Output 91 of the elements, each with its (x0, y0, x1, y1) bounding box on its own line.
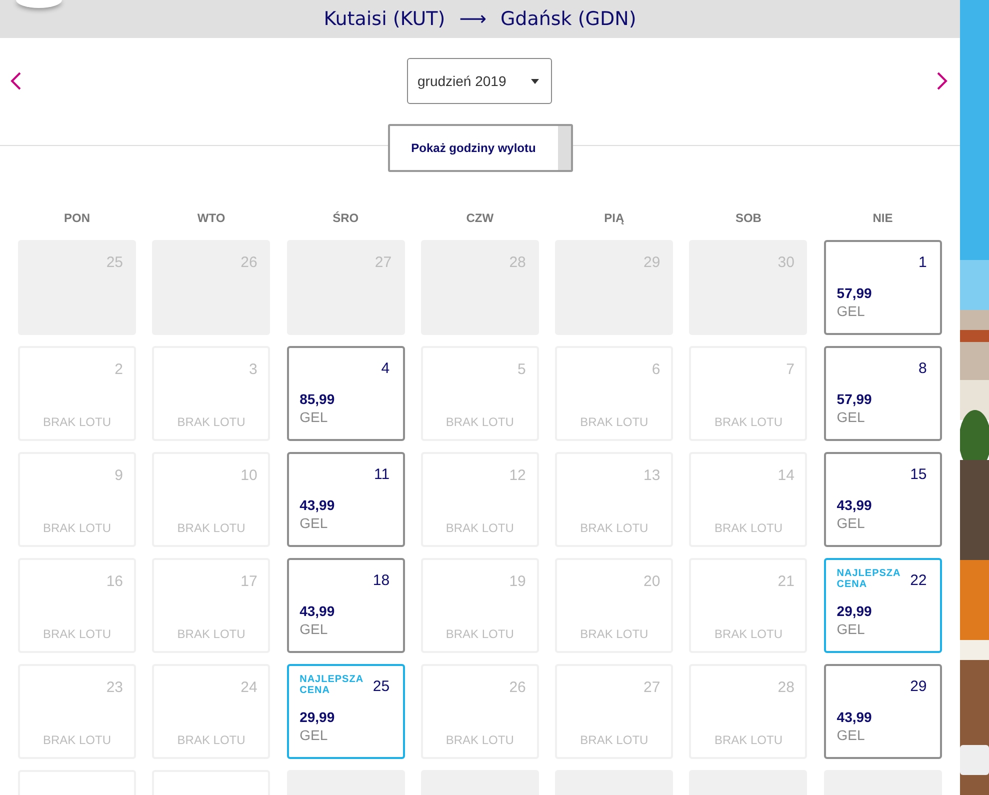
day-number: 8 (918, 359, 927, 379)
day-number: 9 (114, 466, 123, 486)
day-number: 7 (786, 360, 794, 380)
no-flight-note: BRAK LOTU (176, 626, 246, 643)
no-flight-note: BRAK LOTU (444, 414, 515, 431)
day-number: 10 (240, 466, 258, 486)
currency: GEL (300, 408, 328, 427)
currency: GEL (836, 514, 865, 533)
caret-icon (530, 78, 538, 84)
day-number: 3 (248, 360, 258, 380)
no-flight-note: BRAK LOTU (713, 732, 784, 749)
no-flight-note: BRAK LOTU (713, 414, 784, 431)
no-flight-note: BRAK LOTU (176, 414, 246, 431)
day-number: 2 (114, 360, 123, 380)
origin-city: Kutaisi (KUT) (324, 6, 446, 32)
no-flight-note: BRAK LOTU (444, 520, 515, 537)
day-number: 27 (644, 678, 660, 698)
no-flight-note: BRAK LOTU (579, 414, 650, 431)
weekday-label: ŚRO (332, 210, 360, 223)
no-flight-note: BRAK LOTU (176, 520, 246, 537)
price: 29,99 (300, 708, 335, 727)
day-number: 1 (918, 253, 927, 273)
day-number: 12 (509, 466, 526, 486)
no-flight-note: BRAK LOTU (42, 414, 112, 431)
day-number: 25 (372, 677, 390, 697)
day-number: 22 (910, 571, 927, 591)
price: 85,99 (300, 390, 335, 409)
no-flight-note: BRAK LOTU (42, 732, 112, 749)
day-number: 14 (778, 466, 794, 486)
day-number: 28 (778, 678, 794, 698)
flight-day[interactable]: 4 85,99 GEL (286, 346, 405, 441)
day-number: 29 (910, 677, 927, 697)
flight-day[interactable]: 15 43,99 GEL (824, 452, 942, 547)
route-arrow: ⟶ (459, 6, 486, 32)
weekday-label: CZW (465, 210, 495, 223)
no-flight-note: BRAK LOTU (444, 626, 515, 643)
price: 57,99 (836, 284, 872, 303)
previous-month-icon[interactable] (10, 72, 22, 90)
price: 43,99 (836, 708, 872, 727)
weekday-label: SOB (734, 210, 762, 223)
price: 57,99 (836, 390, 872, 409)
flight-day[interactable]: 29 43,99 GEL (824, 664, 942, 759)
no-flight-note: BRAK LOTU (579, 520, 650, 537)
day-number: 16 (106, 572, 123, 592)
day-number: 21 (778, 572, 794, 592)
departure-times-toggle[interactable]: Pokaż godziny wylotu (388, 124, 572, 172)
best-price-tag: NAJLEPSZA CENA (300, 674, 370, 696)
day-number: 4 (381, 359, 390, 379)
weekday-label: PON (62, 210, 91, 223)
day-number: 15 (910, 465, 927, 485)
day-number: 18 (372, 571, 390, 591)
flight-day[interactable]: 1 57,99 GEL (824, 240, 942, 335)
flight-day[interactable]: 8 57,99 GEL (824, 346, 942, 441)
currency: GEL (836, 726, 865, 745)
next-month-icon[interactable] (936, 72, 948, 90)
day-number: 13 (644, 466, 660, 486)
currency: GEL (300, 726, 328, 745)
day-number: 26 (509, 678, 526, 698)
no-flight-note: BRAK LOTU (42, 626, 112, 643)
weekday-label: NIE (872, 210, 894, 223)
price: 29,99 (836, 602, 872, 621)
currency: GEL (836, 302, 865, 321)
weekday-label: WTO (196, 210, 226, 223)
weekday-label: PIĄ (603, 210, 626, 223)
currency: GEL (836, 620, 865, 639)
no-flight-note: BRAK LOTU (713, 520, 784, 537)
day-number: 24 (240, 678, 258, 698)
month-select[interactable]: grudzień 2019 (406, 58, 552, 104)
flight-day[interactable]: 18 43,99 GEL (286, 558, 405, 653)
no-flight-note: BRAK LOTU (579, 626, 650, 643)
no-flight-note: BRAK LOTU (713, 626, 784, 643)
destination-city: Gdańsk (GDN) (500, 6, 636, 32)
currency: GEL (300, 620, 328, 639)
day-number: 17 (240, 572, 258, 592)
no-flight-note: BRAK LOTU (176, 732, 246, 749)
day-number: 23 (106, 678, 123, 698)
day-number: 6 (652, 360, 660, 380)
best-price-tag: NAJLEPSZA CENA (836, 568, 907, 590)
day-number: 11 (374, 465, 390, 485)
flight-day[interactable]: 11 43,99 GEL (286, 452, 405, 547)
no-flight-note: BRAK LOTU (444, 732, 515, 749)
currency: GEL (836, 408, 865, 427)
day-number: 5 (518, 360, 526, 380)
price: 43,99 (836, 496, 872, 515)
price: 43,99 (300, 496, 335, 515)
no-flight-note: BRAK LOTU (42, 520, 112, 537)
day-number: 20 (644, 572, 660, 592)
currency: GEL (300, 514, 328, 533)
day-number: 19 (509, 572, 526, 592)
price: 43,99 (300, 602, 335, 621)
no-flight-note: BRAK LOTU (579, 732, 650, 749)
